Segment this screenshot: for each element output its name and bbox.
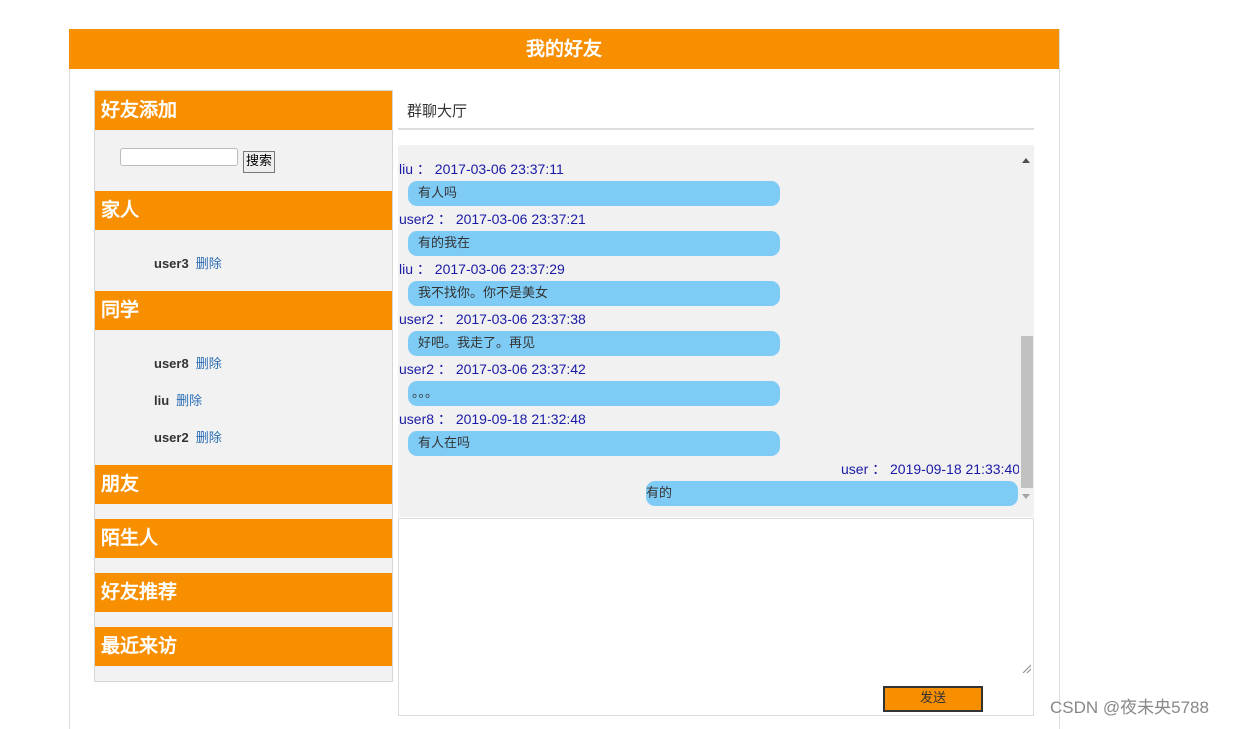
message-bubble-own: 有的 bbox=[646, 481, 1018, 506]
section-recommended[interactable]: 好友推荐 bbox=[95, 573, 392, 612]
message-bubble: 有人在吗 bbox=[408, 431, 780, 456]
message-time: 2017-03-06 23:37:29 bbox=[434, 261, 565, 277]
message-bubble: 。。。 bbox=[408, 381, 780, 406]
friend-item-liu: liu 删除 bbox=[154, 390, 202, 409]
page-title: 我的好友 bbox=[69, 29, 1059, 69]
scrollbar-thumb[interactable] bbox=[1021, 336, 1033, 488]
sender-name: liu bbox=[399, 261, 414, 277]
sender-name: user2 bbox=[399, 311, 435, 327]
friend-item-user8: user8 删除 bbox=[154, 353, 222, 372]
section-family[interactable]: 家人 bbox=[95, 191, 392, 230]
message-time: 2019-09-18 21:33:40 bbox=[890, 461, 1021, 477]
message-input[interactable] bbox=[399, 519, 1033, 679]
message-time: 2017-03-06 23:37:11 bbox=[434, 161, 564, 177]
separator: ： bbox=[416, 161, 431, 177]
sender-name: user bbox=[841, 461, 869, 477]
friend-name: liu bbox=[154, 393, 170, 408]
separator: ： bbox=[437, 311, 452, 327]
message-meta: liu ： 2017-03-06 23:37:11 bbox=[399, 159, 564, 179]
section-recent-visitors[interactable]: 最近来访 bbox=[95, 627, 392, 666]
message-bubble: 有的我在 bbox=[408, 231, 780, 256]
message-meta: liu ： 2017-03-06 23:37:29 bbox=[399, 259, 565, 279]
separator: ： bbox=[437, 211, 452, 227]
section-friends[interactable]: 朋友 bbox=[95, 465, 392, 504]
message-meta: user2 ： 2017-03-06 23:37:21 bbox=[399, 209, 586, 229]
friend-item-user3: user3 删除 bbox=[154, 253, 222, 272]
search-button[interactable]: 搜索 bbox=[243, 151, 275, 173]
message-time: 2017-03-06 23:37:38 bbox=[455, 311, 586, 327]
delete-friend-link[interactable]: 删除 bbox=[196, 257, 222, 272]
separator: ： bbox=[437, 361, 452, 377]
divider bbox=[398, 128, 1034, 130]
delete-friend-link[interactable]: 删除 bbox=[196, 431, 222, 446]
message-bubble: 有人吗 bbox=[408, 181, 780, 206]
watermark: CSDN @夜未央5788 bbox=[1050, 698, 1209, 717]
message-meta-own: user ： 2019-09-18 21:33:40 bbox=[841, 459, 1020, 479]
sender-name: user8 bbox=[399, 411, 435, 427]
message-bubble: 好吧。我走了。再见 bbox=[408, 331, 780, 356]
message-bubble: 我不找你。你不是美女 bbox=[408, 281, 780, 306]
sender-name: user2 bbox=[399, 361, 435, 377]
scroll-up-icon[interactable] bbox=[1022, 158, 1030, 163]
message-time: 2017-03-06 23:37:21 bbox=[455, 211, 586, 227]
friend-name: user3 bbox=[154, 256, 189, 271]
message-meta: user2 ： 2017-03-06 23:37:42 bbox=[399, 359, 586, 379]
sender-name: user2 bbox=[399, 211, 435, 227]
message-list[interactable]: liu ： 2017-03-06 23:37:11 有人吗 user2 ： 20… bbox=[398, 145, 1034, 517]
resize-grip-icon[interactable] bbox=[1021, 663, 1031, 673]
separator: ： bbox=[416, 261, 431, 277]
separator: ： bbox=[872, 461, 887, 477]
delete-friend-link[interactable]: 删除 bbox=[176, 394, 202, 409]
delete-friend-link[interactable]: 删除 bbox=[196, 357, 222, 372]
section-strangers[interactable]: 陌生人 bbox=[95, 519, 392, 558]
friend-item-user2: user2 删除 bbox=[154, 427, 222, 446]
send-button[interactable]: 发送 bbox=[883, 686, 983, 712]
chat-room-title: 群聊大厅 bbox=[407, 102, 468, 120]
message-meta: user2 ： 2017-03-06 23:37:38 bbox=[399, 309, 586, 329]
separator: ： bbox=[437, 411, 452, 427]
sender-name: liu bbox=[399, 161, 414, 177]
scroll-down-icon[interactable] bbox=[1022, 494, 1030, 499]
section-add-friend[interactable]: 好友添加 bbox=[95, 91, 392, 130]
section-classmates[interactable]: 同学 bbox=[95, 291, 392, 330]
friend-search-input[interactable] bbox=[120, 148, 238, 166]
message-time: 2019-09-18 21:32:48 bbox=[455, 411, 586, 427]
message-meta: user8 ： 2019-09-18 21:32:48 bbox=[399, 409, 586, 429]
message-time: 2017-03-06 23:37:42 bbox=[455, 361, 586, 377]
friends-sidebar: 好友添加 搜索 家人 user3 删除 同学 user8 删除 liu 删除 user… bbox=[94, 90, 393, 682]
friend-name: user2 bbox=[154, 430, 189, 445]
friend-name: user8 bbox=[154, 356, 189, 371]
